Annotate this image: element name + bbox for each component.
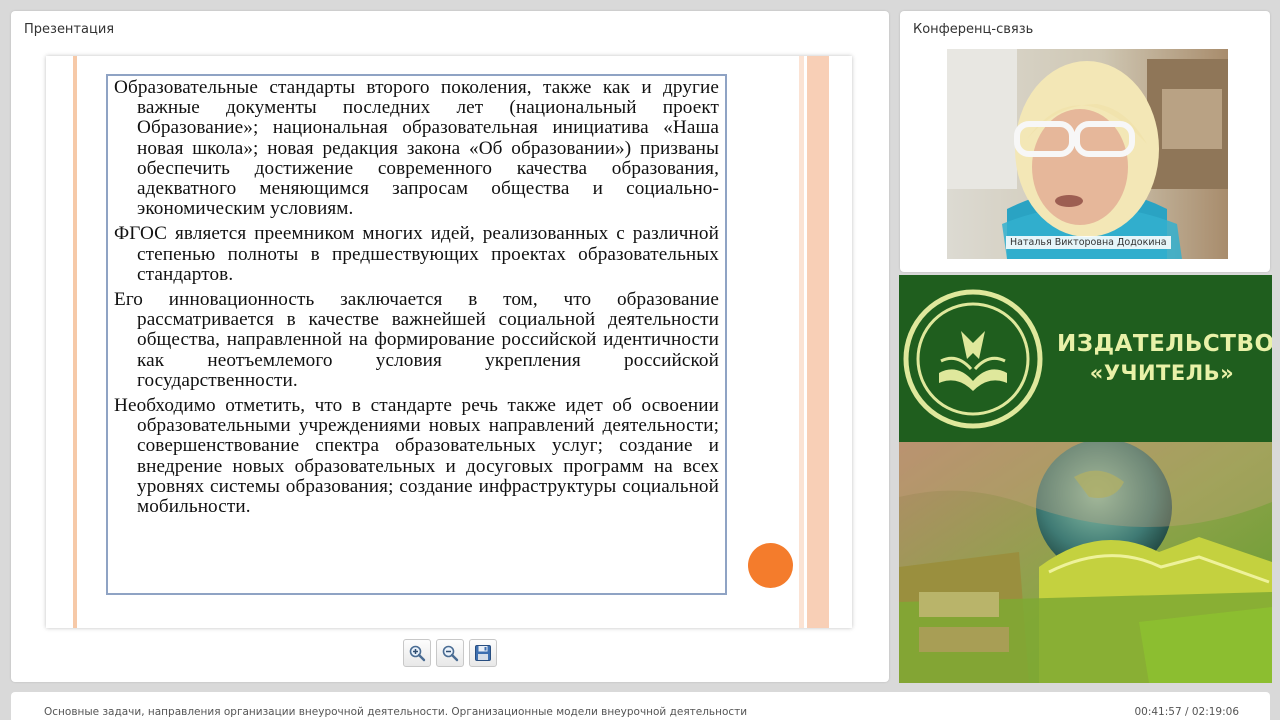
publisher-banner-top: ИЗДАТЕЛЬСТВО «УЧИТЕЛЬ»	[899, 275, 1272, 442]
lecture-title: Основные задачи, направления организации…	[44, 706, 748, 718]
save-button[interactable]	[469, 639, 497, 667]
publisher-banner-photo	[899, 442, 1272, 683]
slide-toolbar	[403, 639, 497, 667]
slide-paragraph: Его инновационность заключается в том, ч…	[114, 289, 719, 391]
slide-paragraph: Необходимо отметить, что в стандарте реч…	[114, 395, 719, 518]
speaker-video: Наталья Викторовна Додокина	[947, 49, 1228, 259]
slide-textbox: Образовательные стандарты второго поколе…	[106, 74, 727, 595]
slide: Образовательные стандарты второго поколе…	[46, 56, 852, 628]
save-icon	[475, 645, 491, 661]
publisher-logo	[903, 289, 1043, 429]
zoom-in-icon	[409, 645, 426, 662]
publisher-name-line1: ИЗДАТЕЛЬСТВО	[1057, 331, 1272, 357]
slide-right-stripe-outer	[799, 56, 804, 628]
zoom-out-icon	[442, 645, 459, 662]
presentation-panel: Презентация Образовательные стандарты вт…	[11, 11, 889, 682]
playback-time: 00:41:57 / 02:19:06	[1134, 706, 1239, 718]
slide-orange-circle	[748, 543, 793, 588]
publisher-banner: ИЗДАТЕЛЬСТВО «УЧИТЕЛЬ»	[899, 275, 1272, 683]
conference-panel: Конференц-связь Наталья Викторовна Додок…	[900, 11, 1270, 272]
publisher-name-line2: «УЧИТЕЛЬ»	[1089, 361, 1235, 385]
slide-right-stripe-inner	[807, 56, 829, 628]
speaker-video-frame	[947, 49, 1228, 259]
slide-paragraph: Образовательные стандарты второго поколе…	[114, 77, 719, 220]
conference-panel-title: Конференц-связь	[913, 22, 1034, 37]
slide-paragraph: ФГОС является преемником многих идей, ре…	[114, 223, 719, 285]
slide-left-stripe	[73, 56, 77, 628]
zoom-in-button[interactable]	[403, 639, 431, 667]
speaker-name-label: Наталья Викторовна Додокина	[1006, 236, 1171, 249]
books-globe-photo	[899, 442, 1272, 683]
presentation-panel-title: Презентация	[24, 22, 115, 37]
zoom-out-button[interactable]	[436, 639, 464, 667]
player-footer: Основные задачи, направления организации…	[11, 692, 1270, 720]
